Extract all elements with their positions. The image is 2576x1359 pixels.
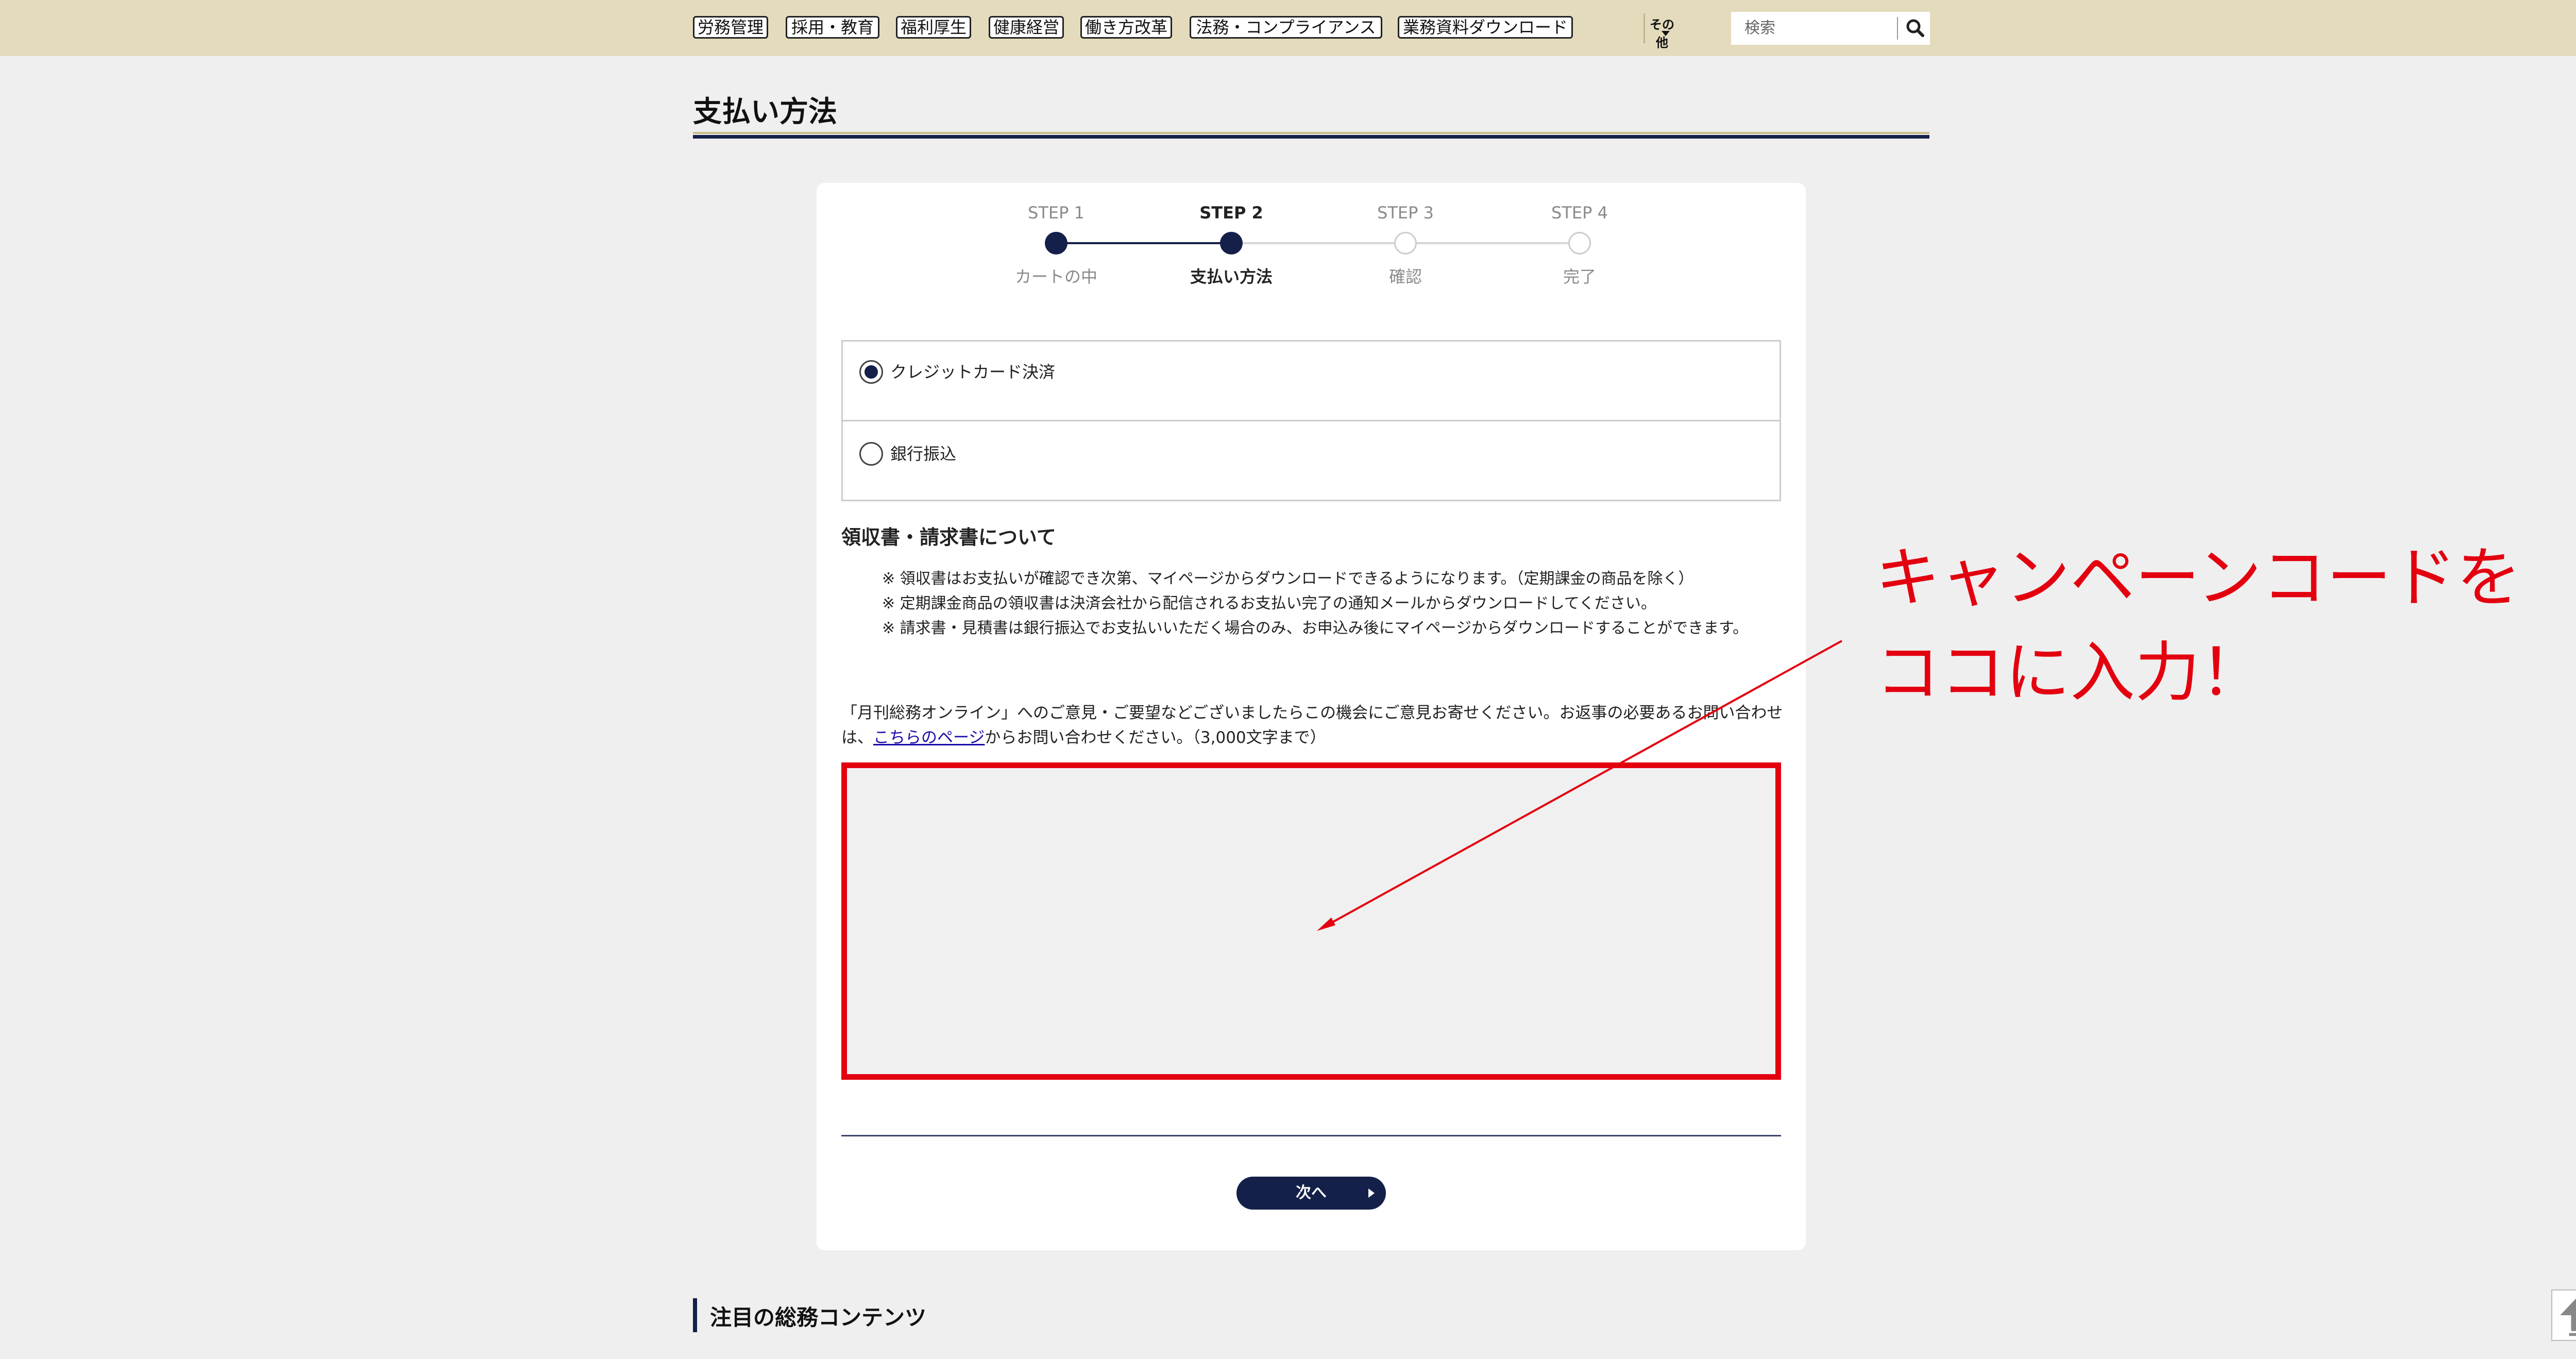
- step-1-dot: [1045, 232, 1067, 254]
- annotation-text: キャンペーンコードを ココに入力！: [1875, 531, 2521, 720]
- bank-transfer-radio[interactable]: [859, 442, 883, 466]
- nav-item-recruit[interactable]: 採用・教育: [786, 16, 879, 39]
- nav-item-health[interactable]: 健康経営: [989, 16, 1064, 39]
- receipt-heading: 領収書・請求書について: [841, 526, 1056, 549]
- receipt-note: ※ 請求書・見積書は銀行振込でお支払いいただく場合のみ、お申込み後にマイページか…: [882, 619, 1749, 637]
- comment-intro: 「月刊総務オンライン」へのご意見・ご要望などございましたらこの機会にご意見お寄せ…: [841, 701, 1784, 750]
- step-connector-1: [1056, 242, 1231, 244]
- arrow-up-icon: [2560, 1298, 2576, 1336]
- step-connector-2: [1231, 242, 1406, 244]
- nav-item-welfare[interactable]: 福利厚生: [896, 16, 971, 39]
- nav-item-workstyle[interactable]: 働き方改革: [1080, 16, 1172, 39]
- comment-intro-tail: からお問い合わせください。（3,000文字まで）: [985, 728, 1326, 747]
- search-box: [1731, 12, 1930, 45]
- nav-divider: [1643, 13, 1645, 43]
- next-button[interactable]: 次へ: [1236, 1177, 1386, 1210]
- scroll-to-top-button[interactable]: [2551, 1289, 2576, 1341]
- top-navigation: 労務管理 採用・教育 福利厚生 健康経営 働き方改革 法務・コンプライアンス 業…: [0, 0, 2576, 56]
- receipt-note: ※ 領収書はお支払いが確認でき次第、マイページからダウンロードできるようになりま…: [882, 570, 1694, 588]
- annotation-line-1: キャンペーンコードを: [1875, 540, 2521, 616]
- step-2-name: 支払い方法: [1190, 267, 1273, 286]
- section-title: 注目の総務コンテンツ: [710, 1305, 927, 1330]
- step-2-label: STEP 2: [1199, 203, 1263, 223]
- caret-down-icon[interactable]: [1662, 31, 1670, 36]
- receipt-note: ※ 定期課金商品の領収書は決済会社から配信されるお支払い完了の通知メールからダウ…: [882, 594, 1656, 613]
- step-4-name: 完了: [1563, 267, 1596, 286]
- credit-card-radio[interactable]: [859, 360, 883, 384]
- step-3-label: STEP 3: [1377, 203, 1434, 223]
- next-button-label: 次へ: [1296, 1184, 1327, 1202]
- search-divider: [1897, 17, 1898, 40]
- section-accent-bar: [693, 1298, 697, 1332]
- step-3-name: 確認: [1388, 267, 1422, 286]
- receipt-notes: ※ 領収書はお支払いが確認でき次第、マイページからダウンロードできるようになりま…: [882, 567, 1778, 641]
- payment-option-credit-card[interactable]: クレジットカード決済: [841, 340, 1781, 421]
- bank-transfer-label: 銀行振込: [890, 444, 957, 464]
- form-divider: [841, 1135, 1781, 1136]
- page-title: 支払い方法: [693, 95, 837, 129]
- comment-textarea[interactable]: [841, 762, 1781, 1080]
- step-4-dot: [1568, 232, 1591, 254]
- step-2-dot: [1220, 232, 1243, 254]
- credit-card-label: クレジットカード決済: [890, 362, 1056, 382]
- nav-item-download[interactable]: 業務資料ダウンロード: [1398, 16, 1573, 39]
- step-4-label: STEP 4: [1551, 203, 1608, 223]
- payment-option-bank-transfer[interactable]: 銀行振込: [841, 420, 1781, 501]
- title-underline: [693, 135, 1929, 139]
- title-underline-gold: [693, 132, 1929, 134]
- arrow-right-icon: [1368, 1188, 1375, 1198]
- search-icon[interactable]: [1904, 17, 1927, 40]
- step-3-dot: [1394, 232, 1417, 254]
- step-1-name: カートの中: [1014, 267, 1097, 286]
- step-connector-3: [1406, 242, 1582, 244]
- step-1-label: STEP 1: [1028, 203, 1084, 223]
- search-input[interactable]: [1731, 12, 1896, 45]
- contact-page-link[interactable]: こちらのページ: [873, 728, 985, 747]
- nav-item-labor[interactable]: 労務管理: [693, 16, 768, 39]
- nav-item-legal[interactable]: 法務・コンプライアンス: [1190, 16, 1382, 39]
- annotation-line-2: ココに入力！: [1875, 635, 2265, 710]
